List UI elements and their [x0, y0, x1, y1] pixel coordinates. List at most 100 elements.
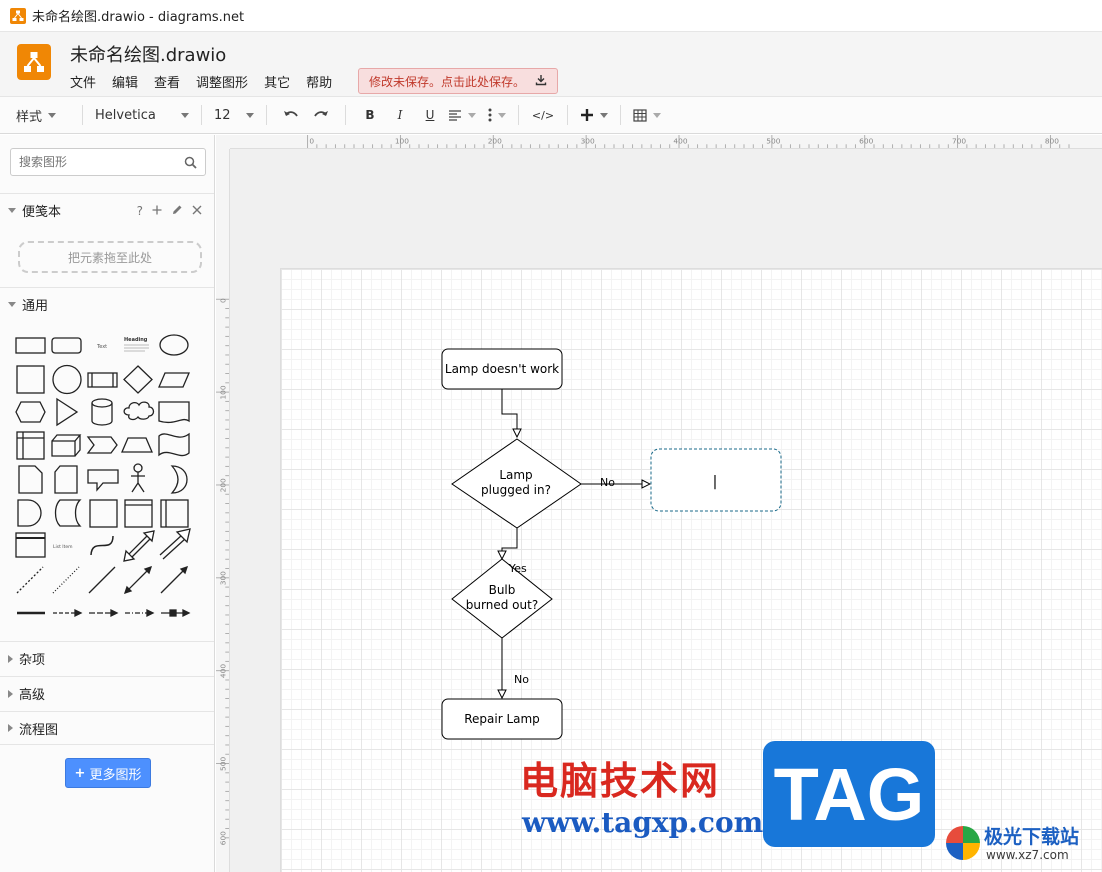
- search-icon[interactable]: [184, 156, 197, 169]
- shape-note[interactable]: [18, 465, 43, 494]
- shape-container[interactable]: [124, 499, 153, 528]
- shape-card[interactable]: [54, 465, 78, 494]
- help-icon[interactable]: ?: [137, 204, 143, 218]
- shape-arrow[interactable]: [159, 528, 191, 560]
- section-flowchart-header[interactable]: 流程图: [0, 711, 214, 745]
- shape-internal-storage[interactable]: [16, 431, 45, 460]
- section-general-header[interactable]: 通用: [0, 287, 214, 321]
- shape-square[interactable]: [16, 365, 45, 394]
- collapsed-triangle-icon: [8, 654, 13, 663]
- section-misc-header[interactable]: 杂项: [0, 641, 214, 675]
- more-format-dropdown[interactable]: [488, 108, 506, 122]
- shape-ellipse[interactable]: [159, 334, 189, 356]
- shape-tape[interactable]: [158, 432, 190, 457]
- shape-circle[interactable]: [52, 364, 82, 395]
- shape-search-input[interactable]: [19, 155, 184, 169]
- shape-rounded-rectangle[interactable]: [51, 337, 82, 354]
- watermark-url: www.tagxp.com: [522, 806, 764, 839]
- menu-view[interactable]: 查看: [154, 72, 180, 91]
- edge-label-no-1: No: [600, 476, 615, 489]
- window-titlebar: 未命名绘图.drawio - diagrams.net: [0, 0, 1102, 32]
- shape-parallelogram[interactable]: [158, 372, 190, 388]
- underline-label: U: [425, 108, 435, 122]
- toolbar-divider: [620, 105, 621, 125]
- insert-dropdown[interactable]: [580, 108, 608, 122]
- section-misc-title: 杂项: [19, 653, 46, 668]
- menu-help[interactable]: 帮助: [306, 72, 332, 91]
- scratchpad-dropzone[interactable]: 把元素拖至此处: [18, 241, 202, 273]
- shape-triangle[interactable]: [56, 397, 79, 427]
- menu-edit[interactable]: 编辑: [112, 72, 138, 91]
- drawio-logo-icon[interactable]: [17, 44, 51, 80]
- close-icon[interactable]: [192, 204, 202, 216]
- shape-delay[interactable]: [17, 499, 42, 527]
- shape-dotted-line[interactable]: [52, 566, 80, 594]
- scratchpad-header[interactable]: 便笺本 ?: [0, 193, 214, 227]
- align-dropdown[interactable]: [448, 109, 476, 121]
- drawio-app-icon: [10, 7, 26, 24]
- undo-button[interactable]: [279, 103, 303, 127]
- shape-bidirectional-arrow[interactable]: [123, 530, 155, 562]
- shape-square-2[interactable]: [89, 499, 118, 528]
- shape-cube[interactable]: [51, 434, 82, 457]
- expanded-triangle-icon: [8, 208, 16, 213]
- shape-textbox[interactable]: Heading: [124, 337, 149, 352]
- menu-arrange[interactable]: 调整图形: [196, 72, 248, 91]
- shape-diamond[interactable]: [123, 365, 153, 394]
- shape-dashed-line[interactable]: [16, 566, 44, 594]
- shape-cylinder[interactable]: [91, 398, 113, 426]
- shape-rectangle[interactable]: [15, 337, 46, 354]
- style-dropdown[interactable]: 样式: [16, 106, 70, 125]
- expanded-triangle-icon: [8, 302, 16, 307]
- shape-dash-dot-arrow[interactable]: [125, 608, 155, 618]
- italic-button[interactable]: I: [388, 103, 412, 127]
- pencil-icon[interactable]: [171, 204, 183, 216]
- shape-line[interactable]: [88, 566, 116, 594]
- shape-list[interactable]: [15, 532, 46, 558]
- font-size-value: 12: [214, 107, 231, 123]
- watermark-cn-text: 电脑技术网: [520, 759, 721, 803]
- shape-text[interactable]: Text: [96, 344, 107, 350]
- shape-process[interactable]: [87, 372, 118, 388]
- shape-data-storage[interactable]: [54, 499, 82, 527]
- edit-html-button[interactable]: </>: [531, 103, 555, 127]
- menu-extras[interactable]: 其它: [264, 72, 290, 91]
- underline-button[interactable]: U: [418, 103, 442, 127]
- shape-step[interactable]: [86, 436, 118, 454]
- add-icon[interactable]: [152, 204, 162, 216]
- shape-long-dashed-arrow[interactable]: [89, 608, 119, 618]
- node-repair-lamp-label: Repair Lamp: [464, 712, 540, 726]
- font-size-dropdown[interactable]: 12: [214, 108, 254, 123]
- shape-or[interactable]: [170, 465, 188, 494]
- shape-callout[interactable]: [87, 469, 119, 492]
- text-cursor: |: [713, 474, 718, 490]
- font-family-dropdown[interactable]: Helvetica: [95, 108, 189, 123]
- shape-curve[interactable]: [90, 535, 114, 556]
- jiguang-logo-icon: [946, 826, 980, 860]
- edge-start-to-q1[interactable]: [501, 389, 517, 437]
- shape-double-arrow-line[interactable]: [123, 565, 153, 595]
- shape-list-item[interactable]: List Item: [53, 544, 73, 550]
- shape-cloud[interactable]: [123, 401, 155, 421]
- bold-button[interactable]: B: [358, 103, 382, 127]
- document-title[interactable]: 未命名绘图.drawio: [70, 41, 226, 67]
- shape-document[interactable]: [158, 401, 190, 424]
- section-advanced-header[interactable]: 高级: [0, 676, 214, 710]
- edge-q1-to-q2[interactable]: [502, 528, 518, 559]
- shape-vertical-container[interactable]: [160, 499, 189, 528]
- shape-link-connector[interactable]: [161, 608, 191, 618]
- shape-actor[interactable]: [131, 463, 145, 493]
- redo-icon: [314, 111, 328, 117]
- shape-sidebar: 便笺本 ? 把元素拖至此处 通用: [0, 135, 215, 872]
- toolbar-divider: [266, 105, 267, 125]
- table-dropdown[interactable]: [633, 108, 661, 122]
- more-shapes-button[interactable]: + 更多图形: [65, 758, 151, 788]
- node-bulb-burned-out-label-2: burned out?: [466, 598, 538, 612]
- shape-trapezoid[interactable]: [121, 437, 153, 453]
- shape-dashed-arrow[interactable]: [53, 608, 83, 618]
- redo-button[interactable]: [309, 103, 333, 127]
- shape-directional-line[interactable]: [160, 565, 189, 594]
- menu-file[interactable]: 文件: [70, 72, 96, 91]
- unsaved-changes-button[interactable]: 修改未保存。点击此处保存。: [358, 68, 559, 94]
- shape-hexagon[interactable]: [15, 401, 46, 423]
